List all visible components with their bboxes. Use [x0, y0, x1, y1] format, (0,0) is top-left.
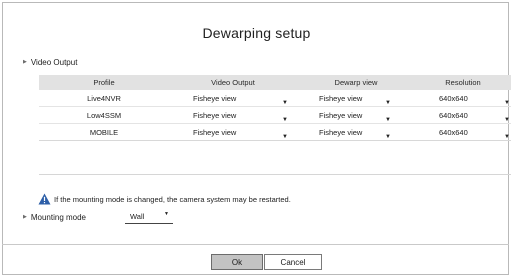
dewarping-setup-dialog: Dewarping setup ▶ Video Output Profile V… — [2, 2, 511, 275]
dewarp-view-value: Fisheye view — [319, 110, 363, 120]
mounting-mode-value: Wall — [130, 211, 145, 221]
table-row: Live4NVR Fisheye view ▼ Fisheye view ▼ 6… — [39, 90, 511, 107]
chevron-down-icon: ▼ — [385, 133, 391, 140]
chevron-down-icon: ▼ — [385, 116, 391, 123]
table-row: Low4SSM Fisheye view ▼ Fisheye view ▼ 64… — [39, 107, 511, 124]
profile-table: Profile Video Output Dewarp view Resolut… — [39, 75, 511, 141]
video-output-value: Fisheye view — [193, 127, 237, 137]
chevron-down-icon: ▼ — [282, 133, 288, 140]
video-output-label: Video Output — [30, 58, 78, 67]
table-header: Profile Video Output Dewarp view Resolut… — [39, 75, 511, 90]
dewarp-view-select[interactable]: Fisheye view ▼ — [297, 110, 415, 123]
chevron-down-icon: ▼ — [282, 99, 288, 106]
chevron-down-icon: ▼ — [504, 99, 510, 106]
video-output-value: Fisheye view — [193, 110, 237, 120]
resolution-select[interactable]: 640x640 ▼ — [415, 110, 511, 123]
video-output-select[interactable]: Fisheye view ▼ — [169, 127, 297, 140]
video-output-section-label: ▶ Video Output — [23, 58, 77, 67]
video-output-value: Fisheye view — [193, 93, 237, 103]
profile-name: Low4SSM — [86, 110, 122, 120]
dewarp-view-value: Fisheye view — [319, 127, 363, 137]
header-dewarp-view: Dewarp view — [334, 78, 378, 87]
header-profile: Profile — [93, 78, 115, 87]
restart-warning: If the mounting mode is changed, the cam… — [38, 193, 291, 205]
table-row: MOBILE Fisheye view ▼ Fisheye view ▼ 640… — [39, 124, 511, 141]
resolution-value: 640x640 — [439, 110, 468, 120]
header-resolution: Resolution — [445, 78, 481, 87]
chevron-down-icon: ▼ — [164, 211, 169, 217]
warning-text: If the mounting mode is changed, the cam… — [54, 194, 291, 204]
chevron-down-icon: ▼ — [385, 99, 391, 106]
video-output-select[interactable]: Fisheye view ▼ — [169, 93, 297, 106]
dewarp-view-value: Fisheye view — [319, 93, 363, 103]
dialog-title: Dewarping setup — [202, 25, 311, 41]
header-video-output: Video Output — [211, 78, 255, 87]
profile-name: Live4NVR — [87, 93, 121, 103]
chevron-down-icon: ▼ — [504, 116, 510, 123]
mounting-mode-label: Mounting mode — [30, 213, 87, 222]
chevron-down-icon: ▼ — [282, 116, 288, 123]
video-output-select[interactable]: Fisheye view ▼ — [169, 110, 297, 123]
mounting-mode-select[interactable]: Wall ▼ — [125, 209, 173, 224]
footer-divider — [2, 244, 509, 245]
warning-triangle-icon — [38, 193, 51, 205]
mounting-mode-section-label: ▶ Mounting mode — [23, 213, 86, 222]
chevron-down-icon: ▼ — [504, 133, 510, 140]
resolution-value: 640x640 — [439, 93, 468, 103]
section-divider — [39, 174, 511, 175]
resolution-select[interactable]: 640x640 ▼ — [415, 127, 511, 140]
dewarp-view-select[interactable]: Fisheye view ▼ — [297, 127, 415, 140]
dewarp-view-select[interactable]: Fisheye view ▼ — [297, 93, 415, 106]
section-caret-icon: ▶ — [23, 59, 27, 65]
section-caret-icon: ▶ — [23, 214, 27, 220]
resolution-select[interactable]: 640x640 ▼ — [415, 93, 511, 106]
resolution-value: 640x640 — [439, 127, 468, 137]
ok-button[interactable]: Ok — [211, 254, 263, 270]
cancel-button[interactable]: Cancel — [264, 254, 322, 270]
profile-name: MOBILE — [89, 127, 119, 137]
